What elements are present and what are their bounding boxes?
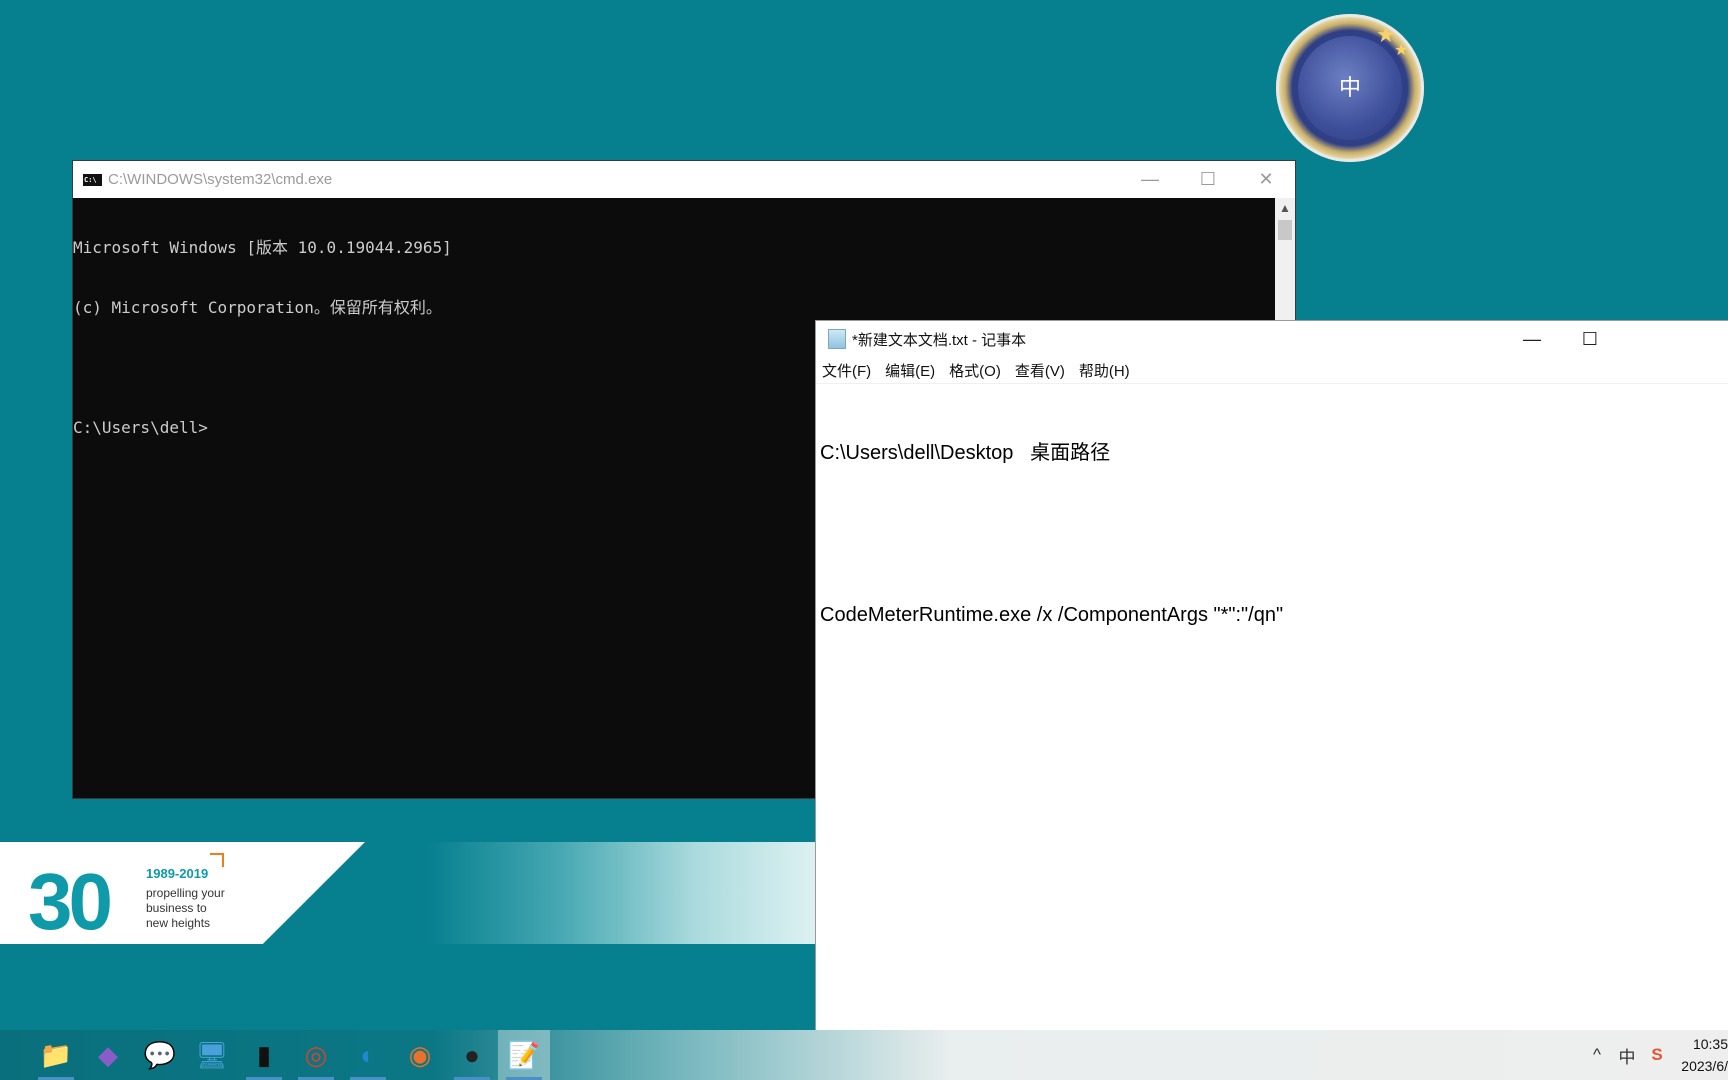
remote-desktop-icon: 🖥 [195, 1039, 229, 1070]
anniversary-logo: 30 [28, 862, 113, 942]
clock-date: 2023/6/ [1681, 1058, 1728, 1074]
cmd-window-controls: — ☐ ✕ [1121, 161, 1295, 198]
remote-desktop-taskbar-button[interactable]: 🖥 [186, 1030, 238, 1080]
logo-date-range: 1989-2019 [146, 866, 209, 881]
notepad-taskbar-button[interactable]: 📝 [498, 1030, 550, 1080]
cmd-app-icon: C:\ [83, 173, 102, 186]
maximize-button[interactable]: ☐ [1561, 321, 1619, 358]
menu-file[interactable]: 文件(F) [822, 360, 871, 381]
command-prompt-taskbar-button[interactable]: ▮ [238, 1030, 290, 1080]
obs-taskbar-button[interactable]: ● [446, 1030, 498, 1080]
minimize-button[interactable]: — [1503, 321, 1561, 358]
text-line [820, 521, 1725, 548]
logo-number: 30 [28, 857, 113, 946]
sogou-input-icon[interactable]: S [1642, 1045, 1672, 1065]
star-icon: ★ [1376, 22, 1396, 47]
tagline-line: new heights [146, 916, 211, 930]
chevron-up-icon[interactable]: ^ [1582, 1045, 1612, 1065]
file-explorer-icon: 📁 [39, 1039, 73, 1070]
taskbar-clock[interactable]: 10:35 2023/6/ [1672, 1033, 1728, 1077]
clock-time: 10:35 [1692, 1036, 1728, 1052]
feedback-hub-icon: 💬 [143, 1039, 177, 1070]
maximize-button[interactable]: ☐ [1179, 161, 1237, 198]
edge-taskbar-button[interactable]: ◐ [342, 1030, 394, 1080]
menu-view[interactable]: 查看(V) [1015, 360, 1065, 381]
notepad-title: *新建文本文档.txt - 记事本 [852, 331, 1027, 349]
gadget-face: 中 [1298, 36, 1402, 140]
star-icon: ★ [1394, 42, 1409, 59]
notepad-titlebar[interactable]: *新建文本文档.txt - 记事本 — ☐ [816, 321, 1728, 357]
console-line: Microsoft Windows [版本 10.0.19044.2965] [73, 238, 452, 257]
notepad-window-controls: — ☐ [1503, 321, 1619, 358]
notepad-text-area[interactable]: C:\Users\dell\Desktop 桌面路径 CodeMeterRunt… [816, 384, 1728, 685]
logo-corner-mark [210, 853, 224, 867]
visual-studio-taskbar-button[interactable]: ◆ [82, 1030, 134, 1080]
file-explorer-taskbar-button[interactable]: 📁 [30, 1030, 82, 1080]
ime-indicator[interactable]: 中 [1612, 1043, 1642, 1068]
console-line: (c) Microsoft Corporation。保留所有权利。 [73, 298, 442, 317]
desktop-clock-gadget[interactable]: 中 ★ ★ [1276, 14, 1424, 162]
firefox-taskbar-button[interactable]: ◉ [394, 1030, 446, 1080]
menu-help[interactable]: 帮助(H) [1079, 360, 1130, 381]
notepad-app-icon [828, 329, 846, 349]
minimize-button[interactable]: — [1121, 161, 1179, 198]
notepad-window[interactable]: *新建文本文档.txt - 记事本 — ☐ 文件(F) 编辑(E) 格式(O) … [815, 320, 1728, 1032]
text-line: C:\Users\dell\Desktop 桌面路径 [820, 442, 1111, 464]
cmd-titlebar[interactable]: C:\ C:\WINDOWS\system32\cmd.exe — ☐ ✕ [73, 161, 1295, 198]
chrome-taskbar-button[interactable]: ◎ [290, 1030, 342, 1080]
tagline-line: propelling your [146, 886, 225, 900]
text-line: CodeMeterRuntime.exe /x /ComponentArgs "… [820, 604, 1284, 626]
taskbar: 📁 ◆ 💬 🖥 ▮ ◎ ◐ ◉ ● 📝 ^ 中 S 10:35 2023/6/ [0, 1030, 1728, 1080]
firefox-icon: ◉ [408, 1039, 432, 1070]
tagline-line: business to [146, 901, 207, 915]
chrome-icon: ◎ [304, 1039, 328, 1070]
visual-studio-icon: ◆ [98, 1039, 118, 1070]
system-tray: ^ 中 S 10:35 2023/6/ [1582, 1030, 1728, 1080]
notepad-icon: 📝 [507, 1039, 541, 1070]
close-button[interactable]: ✕ [1237, 161, 1295, 198]
obs-icon: ● [464, 1039, 480, 1070]
scroll-up-icon[interactable]: ▲ [1275, 198, 1295, 218]
cmd-title: C:\WINDOWS\system32\cmd.exe [108, 171, 333, 188]
menu-edit[interactable]: 编辑(E) [885, 360, 935, 381]
notepad-menubar: 文件(F) 编辑(E) 格式(O) 查看(V) 帮助(H) [816, 357, 1728, 384]
scrollbar-thumb[interactable] [1278, 220, 1292, 240]
edge-icon: ◐ [360, 1039, 376, 1070]
menu-format[interactable]: 格式(O) [949, 360, 1001, 381]
gadget-glyph: 中 [1338, 75, 1361, 100]
feedback-hub-taskbar-button[interactable]: 💬 [134, 1030, 186, 1080]
command-prompt-icon: ▮ [256, 1039, 272, 1070]
logo-tagline: propelling your business to new heights [146, 886, 256, 931]
